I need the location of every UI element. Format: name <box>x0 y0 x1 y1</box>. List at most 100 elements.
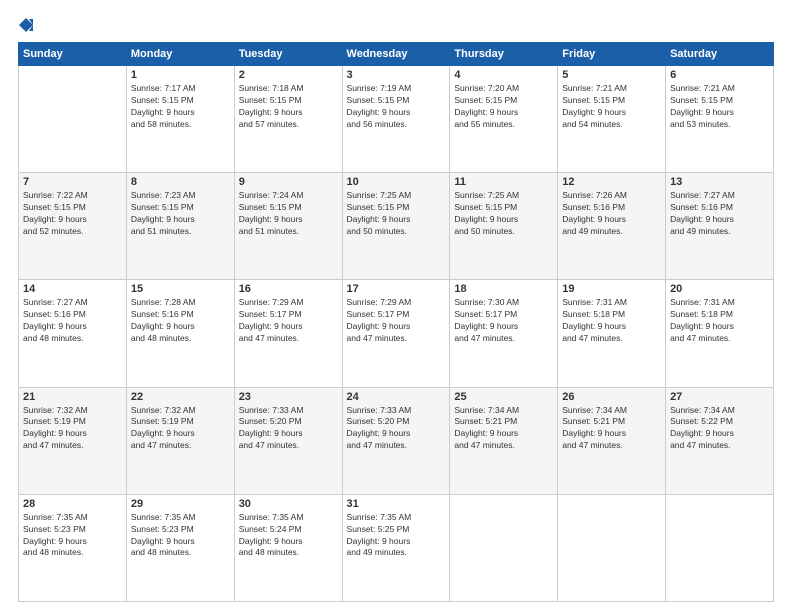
calendar-cell: 12 Sunrise: 7:26 AMSunset: 5:16 PMDayligh… <box>558 173 666 280</box>
day-number: 2 <box>239 69 338 81</box>
day-number: 7 <box>23 176 122 188</box>
day-info: Sunrise: 7:35 AMSunset: 5:23 PMDaylight:… <box>131 512 230 560</box>
day-info: Sunrise: 7:34 AMSunset: 5:21 PMDaylight:… <box>562 405 661 453</box>
weekday-header-tuesday: Tuesday <box>234 43 342 66</box>
week-row-3: 14 Sunrise: 7:27 AMSunset: 5:16 PMDayligh… <box>19 280 774 387</box>
day-info: Sunrise: 7:32 AMSunset: 5:19 PMDaylight:… <box>23 405 122 453</box>
calendar-cell: 3Sunrise: 7:19 AMSunset: 5:15 PMDaylight… <box>342 66 450 173</box>
calendar-cell: 14 Sunrise: 7:27 AMSunset: 5:16 PMDayligh… <box>19 280 127 387</box>
day-number: 12 <box>562 176 661 188</box>
day-number: 22 <box>131 391 230 403</box>
calendar-cell <box>558 494 666 601</box>
day-info: Sunrise: 7:35 AMSunset: 5:23 PMDaylight:… <box>23 512 122 560</box>
day-info: Sunrise: 7:32 AMSunset: 5:19 PMDaylight:… <box>131 405 230 453</box>
day-number: 14 <box>23 283 122 295</box>
calendar-cell <box>19 66 127 173</box>
calendar-cell: 9 Sunrise: 7:24 AMSunset: 5:15 PMDaylight… <box>234 173 342 280</box>
page: SundayMondayTuesdayWednesdayThursdayFrid… <box>0 0 792 612</box>
week-row-5: 28 Sunrise: 7:35 AMSunset: 5:23 PMDayligh… <box>19 494 774 601</box>
calendar-cell: 19Sunrise: 7:31 AMSunset: 5:18 PMDayligh… <box>558 280 666 387</box>
day-number: 25 <box>454 391 553 403</box>
day-info: Sunrise: 7:20 AMSunset: 5:15 PMDaylight:… <box>454 83 553 131</box>
calendar-cell: 23 Sunrise: 7:33 AMSunset: 5:20 PMDayligh… <box>234 387 342 494</box>
day-info: Sunrise: 7:34 AMSunset: 5:22 PMDaylight:… <box>670 405 769 453</box>
day-info: Sunrise: 7:29 AMSunset: 5:17 PMDaylight:… <box>347 297 446 345</box>
weekday-header-wednesday: Wednesday <box>342 43 450 66</box>
week-row-4: 21Sunrise: 7:32 AMSunset: 5:19 PMDayligh… <box>19 387 774 494</box>
calendar-cell: 25 Sunrise: 7:34 AMSunset: 5:21 PMDayligh… <box>450 387 558 494</box>
day-info: Sunrise: 7:34 AMSunset: 5:21 PMDaylight:… <box>454 405 553 453</box>
calendar-cell: 13 Sunrise: 7:27 AMSunset: 5:16 PMDayligh… <box>666 173 774 280</box>
calendar-cell: 26 Sunrise: 7:34 AMSunset: 5:21 PMDayligh… <box>558 387 666 494</box>
day-info: Sunrise: 7:35 AMSunset: 5:25 PMDaylight:… <box>347 512 446 560</box>
day-info: Sunrise: 7:18 AMSunset: 5:15 PMDaylight:… <box>239 83 338 131</box>
day-info: Sunrise: 7:33 AMSunset: 5:20 PMDaylight:… <box>239 405 338 453</box>
calendar-cell: 1Sunrise: 7:17 AMSunset: 5:15 PMDaylight… <box>126 66 234 173</box>
calendar-cell: 24 Sunrise: 7:33 AMSunset: 5:20 PMDayligh… <box>342 387 450 494</box>
day-info: Sunrise: 7:30 AMSunset: 5:17 PMDaylight:… <box>454 297 553 345</box>
day-info: Sunrise: 7:31 AMSunset: 5:18 PMDaylight:… <box>670 297 769 345</box>
day-number: 26 <box>562 391 661 403</box>
header <box>18 18 774 32</box>
week-row-1: 1Sunrise: 7:17 AMSunset: 5:15 PMDaylight… <box>19 66 774 173</box>
calendar-cell: 8Sunrise: 7:23 AMSunset: 5:15 PMDaylight… <box>126 173 234 280</box>
day-number: 1 <box>131 69 230 81</box>
calendar-cell: 20 Sunrise: 7:31 AMSunset: 5:18 PMDayligh… <box>666 280 774 387</box>
day-number: 10 <box>347 176 446 188</box>
day-number: 27 <box>670 391 769 403</box>
day-number: 29 <box>131 498 230 510</box>
calendar-cell: 6 Sunrise: 7:21 AMSunset: 5:15 PMDaylight… <box>666 66 774 173</box>
weekday-header-monday: Monday <box>126 43 234 66</box>
day-number: 30 <box>239 498 338 510</box>
calendar-cell: 16 Sunrise: 7:29 AMSunset: 5:17 PMDayligh… <box>234 280 342 387</box>
day-info: Sunrise: 7:27 AMSunset: 5:16 PMDaylight:… <box>23 297 122 345</box>
calendar-cell <box>450 494 558 601</box>
day-number: 6 <box>670 69 769 81</box>
day-info: Sunrise: 7:27 AMSunset: 5:16 PMDaylight:… <box>670 190 769 238</box>
day-number: 19 <box>562 283 661 295</box>
day-info: Sunrise: 7:21 AMSunset: 5:15 PMDaylight:… <box>670 83 769 131</box>
calendar-cell: 2 Sunrise: 7:18 AMSunset: 5:15 PMDaylight… <box>234 66 342 173</box>
weekday-header-row: SundayMondayTuesdayWednesdayThursdayFrid… <box>19 43 774 66</box>
calendar-cell: 30 Sunrise: 7:35 AMSunset: 5:24 PMDayligh… <box>234 494 342 601</box>
calendar-cell: 10 Sunrise: 7:25 AMSunset: 5:15 PMDayligh… <box>342 173 450 280</box>
day-number: 23 <box>239 391 338 403</box>
day-info: Sunrise: 7:26 AMSunset: 5:16 PMDaylight:… <box>562 190 661 238</box>
day-number: 28 <box>23 498 122 510</box>
day-info: Sunrise: 7:33 AMSunset: 5:20 PMDaylight:… <box>347 405 446 453</box>
calendar-cell: 28 Sunrise: 7:35 AMSunset: 5:23 PMDayligh… <box>19 494 127 601</box>
day-info: Sunrise: 7:24 AMSunset: 5:15 PMDaylight:… <box>239 190 338 238</box>
weekday-header-thursday: Thursday <box>450 43 558 66</box>
day-number: 13 <box>670 176 769 188</box>
day-number: 15 <box>131 283 230 295</box>
day-number: 5 <box>562 69 661 81</box>
calendar-cell: 31 Sunrise: 7:35 AMSunset: 5:25 PMDayligh… <box>342 494 450 601</box>
day-number: 4 <box>454 69 553 81</box>
day-number: 20 <box>670 283 769 295</box>
day-info: Sunrise: 7:29 AMSunset: 5:17 PMDaylight:… <box>239 297 338 345</box>
calendar-cell: 17 Sunrise: 7:29 AMSunset: 5:17 PMDayligh… <box>342 280 450 387</box>
calendar-cell: 18 Sunrise: 7:30 AMSunset: 5:17 PMDayligh… <box>450 280 558 387</box>
day-info: Sunrise: 7:22 AMSunset: 5:15 PMDaylight:… <box>23 190 122 238</box>
day-number: 11 <box>454 176 553 188</box>
weekday-header-saturday: Saturday <box>666 43 774 66</box>
day-number: 3 <box>347 69 446 81</box>
day-info: Sunrise: 7:25 AMSunset: 5:15 PMDaylight:… <box>347 190 446 238</box>
calendar-cell: 5Sunrise: 7:21 AMSunset: 5:15 PMDaylight… <box>558 66 666 173</box>
day-number: 18 <box>454 283 553 295</box>
weekday-header-friday: Friday <box>558 43 666 66</box>
calendar-cell: 15Sunrise: 7:28 AMSunset: 5:16 PMDayligh… <box>126 280 234 387</box>
day-number: 8 <box>131 176 230 188</box>
calendar-cell: 27 Sunrise: 7:34 AMSunset: 5:22 PMDayligh… <box>666 387 774 494</box>
weekday-header-sunday: Sunday <box>19 43 127 66</box>
day-number: 16 <box>239 283 338 295</box>
day-number: 31 <box>347 498 446 510</box>
day-info: Sunrise: 7:25 AMSunset: 5:15 PMDaylight:… <box>454 190 553 238</box>
day-number: 24 <box>347 391 446 403</box>
logo-icon <box>19 18 33 32</box>
calendar-cell: 21Sunrise: 7:32 AMSunset: 5:19 PMDayligh… <box>19 387 127 494</box>
day-number: 9 <box>239 176 338 188</box>
calendar-table: SundayMondayTuesdayWednesdayThursdayFrid… <box>18 42 774 602</box>
day-info: Sunrise: 7:35 AMSunset: 5:24 PMDaylight:… <box>239 512 338 560</box>
day-number: 17 <box>347 283 446 295</box>
